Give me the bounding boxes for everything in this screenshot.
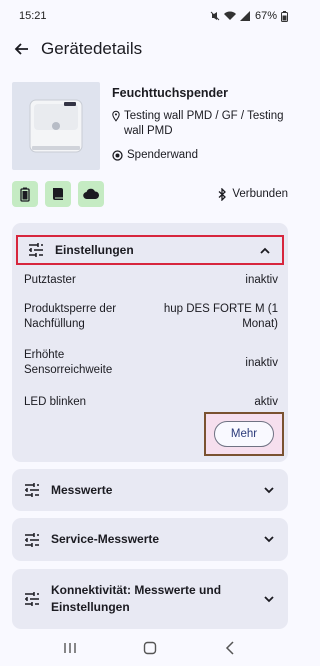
- book-icon: [53, 188, 63, 200]
- battery-chip: [12, 181, 38, 207]
- tune-icon: [25, 483, 39, 497]
- section-title: Konnektivität: Messwerte und Einstellung…: [51, 583, 222, 614]
- more-button-highlight: Mehr: [204, 412, 284, 456]
- setting-value: aktiv: [254, 396, 278, 408]
- more-button[interactable]: Mehr: [214, 421, 274, 447]
- feature-row: Verbunden: [12, 181, 292, 207]
- status-bar: 15:21 67%: [0, 0, 300, 32]
- connection-status: Verbunden: [218, 187, 288, 201]
- recents-button[interactable]: [55, 636, 85, 660]
- chevron-down-icon: [262, 533, 276, 547]
- setting-label: LED blinken: [24, 396, 87, 408]
- signal-icon: [239, 11, 250, 21]
- setting-label: Putztaster: [24, 274, 76, 286]
- setting-value: inaktiv: [245, 274, 278, 286]
- connection-text: Verbunden: [232, 188, 288, 200]
- product-name: Feuchttuchspender: [112, 86, 228, 100]
- back-button[interactable]: [10, 38, 32, 60]
- product-wall: Spenderwand: [112, 149, 198, 161]
- section-title: Messwerte: [51, 482, 113, 497]
- setting-value: inaktiv: [245, 357, 278, 369]
- cloud-icon: [83, 188, 99, 200]
- product-location: Testing wall PMD / GF / Testing wall PMD: [112, 109, 292, 139]
- tune-icon: [25, 592, 39, 606]
- product-info: Feuchttuchspender Testing wall PMD / GF …: [12, 82, 292, 172]
- section-header-konnektivitaet[interactable]: Konnektivität: Messwerte und Einstellung…: [12, 569, 288, 629]
- tune-icon: [25, 532, 39, 547]
- section-header-service-messwerte[interactable]: Service-Messwerte: [12, 518, 288, 561]
- location-text: Testing wall PMD / GF / Testing wall PMD: [123, 110, 284, 137]
- page-title: Gerätedetails: [41, 39, 143, 58]
- battery-full-icon: [20, 187, 30, 202]
- app-bar: Gerätedetails: [0, 32, 300, 66]
- back-nav-icon: [225, 641, 234, 655]
- battery-percent: 67%: [254, 10, 277, 22]
- recents-icon: [64, 643, 76, 653]
- home-icon: [143, 641, 157, 655]
- section-header-messwerte[interactable]: Messwerte: [12, 469, 288, 511]
- chevron-up-icon: [258, 243, 272, 257]
- status-icons: 67%: [210, 10, 288, 22]
- home-button[interactable]: [135, 636, 165, 660]
- mute-icon: [210, 11, 220, 21]
- book-chip: [45, 181, 71, 207]
- settings-title: Einstellungen: [55, 242, 134, 257]
- section-card-messwerte: Messwerte: [12, 469, 288, 511]
- back-nav-button[interactable]: [215, 636, 245, 660]
- setting-label: Produktsperre der Nachfüllung: [24, 303, 117, 330]
- wifi-icon: [223, 11, 236, 20]
- target-icon: [112, 149, 123, 161]
- wall-text: Spenderwand: [127, 149, 198, 161]
- status-time: 15:21: [19, 10, 47, 22]
- system-nav-bar: [0, 630, 300, 666]
- settings-header[interactable]: Einstellungen: [16, 235, 284, 265]
- chevron-down-icon: [262, 483, 276, 497]
- cloud-chip: [78, 181, 104, 207]
- setting-value: hup DES FORTE M (1 Monat): [163, 303, 278, 330]
- section-title: Service-Messwerte: [51, 532, 160, 546]
- section-card-konnektivitaet: Konnektivität: Messwerte und Einstellung…: [12, 569, 288, 629]
- section-card-service-messwerte: Service-Messwerte: [12, 518, 288, 561]
- location-pin-icon: [112, 110, 120, 122]
- settings-card: Einstellungen Putztaster inaktiv Produkt…: [12, 223, 288, 462]
- product-image: [12, 82, 100, 170]
- dispenser-image: [29, 99, 83, 153]
- setting-label: Erhöhte Sensorreichweite: [24, 349, 113, 376]
- bluetooth-icon: [218, 187, 227, 201]
- arrow-back-icon: [14, 43, 28, 55]
- tune-icon: [29, 243, 43, 257]
- chevron-down-icon: [262, 592, 276, 606]
- battery-icon: [281, 10, 288, 22]
